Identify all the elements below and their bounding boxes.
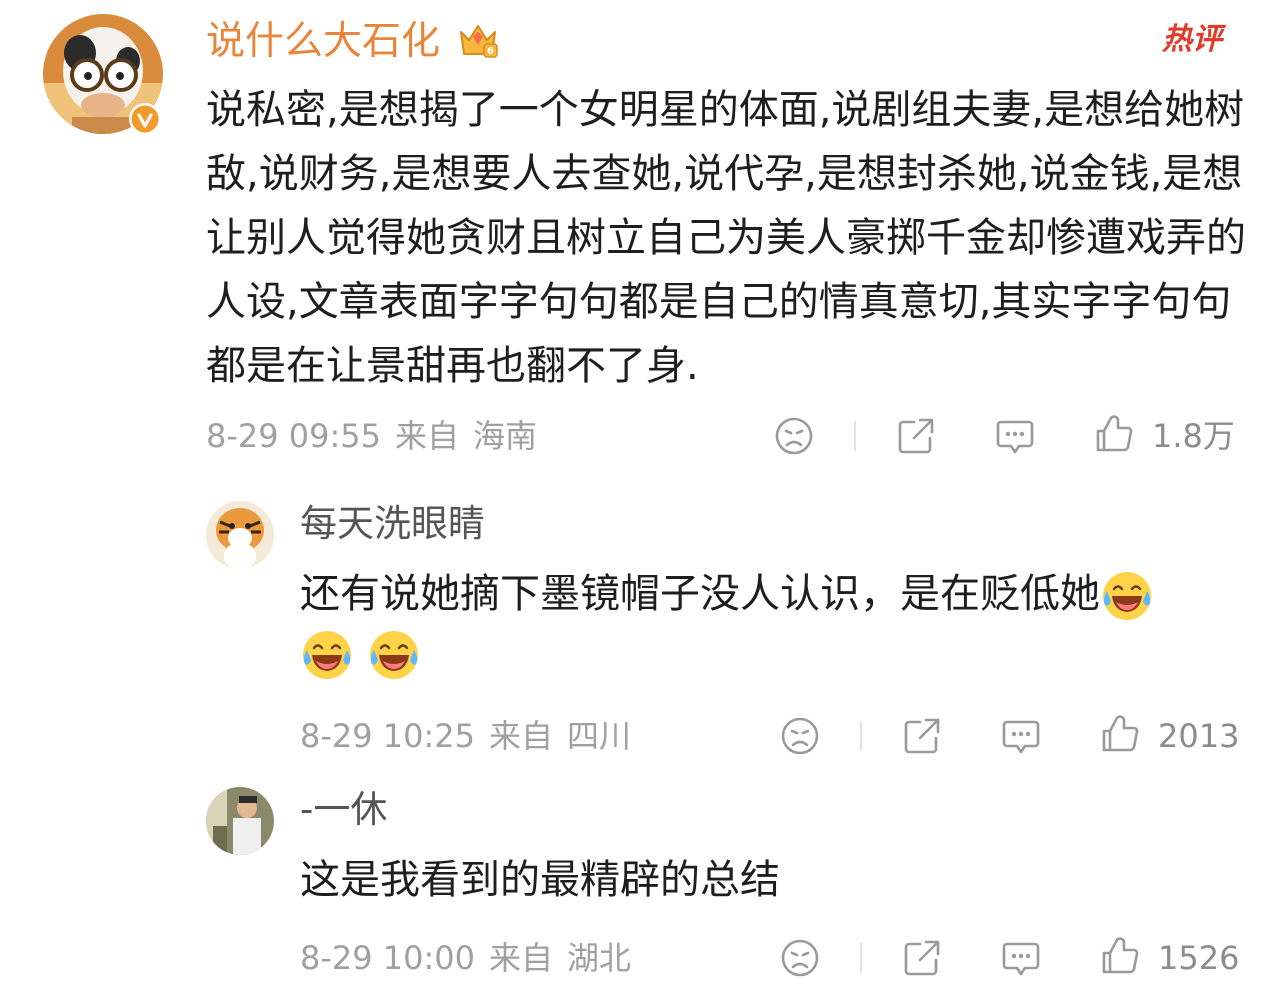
comment-icon[interactable] (999, 936, 1043, 980)
laughing-crying-emoji (1100, 569, 1154, 623)
location: 湖北 (567, 939, 632, 977)
like-count: 1526 (1158, 939, 1240, 977)
from-label: 来自 (489, 939, 554, 977)
hot-comment-badge: 热评 (1162, 22, 1222, 57)
divider (854, 421, 856, 451)
timestamp: 8-29 10:25 (300, 717, 476, 755)
reply-emoji-row (300, 628, 421, 682)
divider (860, 943, 862, 973)
like-icon[interactable] (1098, 934, 1142, 978)
avatar[interactable] (205, 786, 275, 856)
reply-text: 还有说她摘下墨镜帽子没人认识，是在贬低她 (300, 562, 1154, 626)
like-count: 1.8万 (1152, 417, 1235, 455)
like-icon[interactable] (1098, 712, 1142, 756)
from-label: 来自 (395, 417, 460, 455)
share-icon[interactable] (900, 936, 944, 980)
dislike-icon[interactable] (772, 414, 816, 458)
comment-icon[interactable] (993, 414, 1037, 458)
verified-badge-icon (128, 102, 162, 136)
reply-meta: 8-29 10:00 来自 湖北 (300, 936, 631, 980)
dislike-icon[interactable] (778, 936, 822, 980)
divider (860, 721, 862, 751)
reply-text-content: 还有说她摘下墨镜帽子没人认识，是在贬低她 (300, 571, 1100, 617)
like-icon[interactable] (1092, 412, 1136, 456)
laughing-crying-emoji (367, 628, 421, 682)
timestamp: 8-29 10:00 (300, 939, 476, 977)
reply-text: 这是我看到的最精辟的总结 (300, 857, 780, 903)
share-icon[interactable] (900, 714, 944, 758)
location: 海南 (473, 417, 538, 455)
comment-text: 说私密,是想揭了一个女明星的体面,说剧组夫妻,是想给她树敌,说财务,是想要人去查… (206, 87, 1246, 389)
like-count: 2013 (1158, 717, 1240, 755)
username[interactable]: 说什么大石化 (206, 16, 440, 68)
laughing-crying-emoji (300, 628, 354, 682)
reply-username[interactable]: 每天洗眼睛 (300, 500, 485, 548)
reply-username[interactable]: -一休 (300, 786, 387, 834)
comment-icon[interactable] (999, 714, 1043, 758)
reply-meta: 8-29 10:25 来自 四川 (300, 714, 631, 758)
share-icon[interactable] (894, 414, 938, 458)
comment-meta: 8-29 09:55 来自 海南 (206, 414, 537, 458)
dislike-icon[interactable] (778, 714, 822, 758)
svg-text:6: 6 (487, 46, 494, 57)
crown-level-icon: 6 (456, 18, 500, 62)
timestamp: 8-29 09:55 (206, 417, 382, 455)
from-label: 来自 (489, 717, 554, 755)
avatar[interactable] (205, 500, 275, 570)
location: 四川 (567, 717, 632, 755)
